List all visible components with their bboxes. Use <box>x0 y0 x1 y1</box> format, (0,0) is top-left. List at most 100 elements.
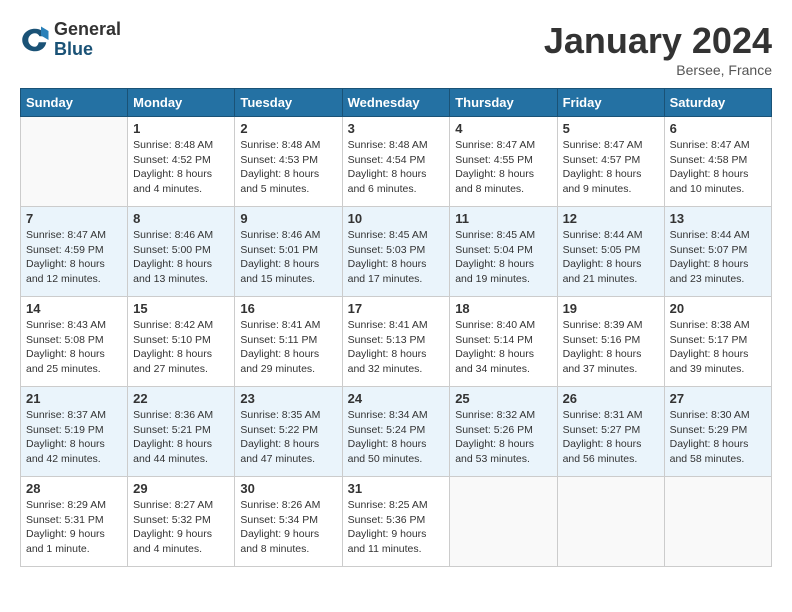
calendar-cell: 5 Sunrise: 8:47 AM Sunset: 4:57 PM Daylig… <box>557 117 664 207</box>
day-number: 10 <box>348 211 445 226</box>
calendar-cell: 28Sunrise: 8:29 AM Sunset: 5:31 PM Dayli… <box>21 477 128 567</box>
day-number: 18 <box>455 301 551 316</box>
weekday-header-tuesday: Tuesday <box>235 89 342 117</box>
calendar-cell: 13 Sunrise: 8:44 AM Sunset: 5:07 PM Dayli… <box>664 207 771 297</box>
day-number: 6 <box>670 121 766 136</box>
logo-blue-text: Blue <box>54 40 121 60</box>
week-row-2: 7Sunrise: 8:47 AM Sunset: 4:59 PM Daylig… <box>21 207 772 297</box>
day-info: Sunrise: 8:31 AM Sunset: 5:27 PM Dayligh… <box>563 408 659 467</box>
calendar-cell: 31 Sunrise: 8:25 AM Sunset: 5:36 PM Dayli… <box>342 477 450 567</box>
day-number: 13 <box>670 211 766 226</box>
day-info: Sunrise: 8:48 AM Sunset: 4:52 PM Dayligh… <box>133 138 229 197</box>
day-number: 28 <box>26 481 122 496</box>
day-info: Sunrise: 8:27 AM Sunset: 5:32 PM Dayligh… <box>133 498 229 557</box>
day-info: Sunrise: 8:48 AM Sunset: 4:54 PM Dayligh… <box>348 138 445 197</box>
calendar-table: SundayMondayTuesdayWednesdayThursdayFrid… <box>20 88 772 567</box>
day-info: Sunrise: 8:45 AM Sunset: 5:03 PM Dayligh… <box>348 228 445 287</box>
day-number: 15 <box>133 301 229 316</box>
day-number: 26 <box>563 391 659 406</box>
day-number: 22 <box>133 391 229 406</box>
day-info: Sunrise: 8:40 AM Sunset: 5:14 PM Dayligh… <box>455 318 551 377</box>
calendar-cell: 27 Sunrise: 8:30 AM Sunset: 5:29 PM Dayli… <box>664 387 771 477</box>
week-row-5: 28Sunrise: 8:29 AM Sunset: 5:31 PM Dayli… <box>21 477 772 567</box>
day-info: Sunrise: 8:42 AM Sunset: 5:10 PM Dayligh… <box>133 318 229 377</box>
day-info: Sunrise: 8:36 AM Sunset: 5:21 PM Dayligh… <box>133 408 229 467</box>
day-info: Sunrise: 8:46 AM Sunset: 5:00 PM Dayligh… <box>133 228 229 287</box>
calendar-cell: 16Sunrise: 8:41 AM Sunset: 5:11 PM Dayli… <box>235 297 342 387</box>
location: Bersee, France <box>544 62 772 78</box>
day-info: Sunrise: 8:41 AM Sunset: 5:11 PM Dayligh… <box>240 318 336 377</box>
calendar-cell: 4 Sunrise: 8:47 AM Sunset: 4:55 PM Daylig… <box>450 117 557 207</box>
day-number: 20 <box>670 301 766 316</box>
day-number: 19 <box>563 301 659 316</box>
title-area: January 2024 Bersee, France <box>544 20 772 78</box>
calendar-cell <box>664 477 771 567</box>
day-info: Sunrise: 8:44 AM Sunset: 5:07 PM Dayligh… <box>670 228 766 287</box>
day-number: 29 <box>133 481 229 496</box>
day-info: Sunrise: 8:25 AM Sunset: 5:36 PM Dayligh… <box>348 498 445 557</box>
day-number: 30 <box>240 481 336 496</box>
day-info: Sunrise: 8:35 AM Sunset: 5:22 PM Dayligh… <box>240 408 336 467</box>
day-info: Sunrise: 8:45 AM Sunset: 5:04 PM Dayligh… <box>455 228 551 287</box>
calendar-cell: 11 Sunrise: 8:45 AM Sunset: 5:04 PM Dayli… <box>450 207 557 297</box>
week-row-4: 21Sunrise: 8:37 AM Sunset: 5:19 PM Dayli… <box>21 387 772 477</box>
calendar-cell: 21Sunrise: 8:37 AM Sunset: 5:19 PM Dayli… <box>21 387 128 477</box>
weekday-header-monday: Monday <box>128 89 235 117</box>
day-number: 11 <box>455 211 551 226</box>
week-row-3: 14 Sunrise: 8:43 AM Sunset: 5:08 PM Dayli… <box>21 297 772 387</box>
calendar-cell: 9Sunrise: 8:46 AM Sunset: 5:01 PM Daylig… <box>235 207 342 297</box>
day-info: Sunrise: 8:47 AM Sunset: 4:58 PM Dayligh… <box>670 138 766 197</box>
calendar-cell: 19 Sunrise: 8:39 AM Sunset: 5:16 PM Dayli… <box>557 297 664 387</box>
calendar-cell: 15 Sunrise: 8:42 AM Sunset: 5:10 PM Dayli… <box>128 297 235 387</box>
calendar-cell: 17 Sunrise: 8:41 AM Sunset: 5:13 PM Dayli… <box>342 297 450 387</box>
day-number: 4 <box>455 121 551 136</box>
calendar-cell: 18 Sunrise: 8:40 AM Sunset: 5:14 PM Dayli… <box>450 297 557 387</box>
calendar-cell: 8 Sunrise: 8:46 AM Sunset: 5:00 PM Daylig… <box>128 207 235 297</box>
calendar-cell: 12Sunrise: 8:44 AM Sunset: 5:05 PM Dayli… <box>557 207 664 297</box>
week-row-1: 1 Sunrise: 8:48 AM Sunset: 4:52 PM Daylig… <box>21 117 772 207</box>
month-title: January 2024 <box>544 20 772 62</box>
weekday-header-sunday: Sunday <box>21 89 128 117</box>
day-info: Sunrise: 8:39 AM Sunset: 5:16 PM Dayligh… <box>563 318 659 377</box>
logo-icon <box>20 25 50 55</box>
calendar-cell: 7Sunrise: 8:47 AM Sunset: 4:59 PM Daylig… <box>21 207 128 297</box>
day-info: Sunrise: 8:38 AM Sunset: 5:17 PM Dayligh… <box>670 318 766 377</box>
day-info: Sunrise: 8:46 AM Sunset: 5:01 PM Dayligh… <box>240 228 336 287</box>
day-number: 1 <box>133 121 229 136</box>
calendar-cell: 20 Sunrise: 8:38 AM Sunset: 5:17 PM Dayli… <box>664 297 771 387</box>
day-info: Sunrise: 8:37 AM Sunset: 5:19 PM Dayligh… <box>26 408 122 467</box>
day-info: Sunrise: 8:44 AM Sunset: 5:05 PM Dayligh… <box>563 228 659 287</box>
day-info: Sunrise: 8:30 AM Sunset: 5:29 PM Dayligh… <box>670 408 766 467</box>
day-number: 27 <box>670 391 766 406</box>
calendar-cell: 6 Sunrise: 8:47 AM Sunset: 4:58 PM Daylig… <box>664 117 771 207</box>
day-number: 14 <box>26 301 122 316</box>
day-number: 2 <box>240 121 336 136</box>
day-info: Sunrise: 8:34 AM Sunset: 5:24 PM Dayligh… <box>348 408 445 467</box>
calendar-cell: 14 Sunrise: 8:43 AM Sunset: 5:08 PM Dayli… <box>21 297 128 387</box>
day-number: 5 <box>563 121 659 136</box>
day-number: 24 <box>348 391 445 406</box>
weekday-header-saturday: Saturday <box>664 89 771 117</box>
day-info: Sunrise: 8:48 AM Sunset: 4:53 PM Dayligh… <box>240 138 336 197</box>
calendar-cell: 24 Sunrise: 8:34 AM Sunset: 5:24 PM Dayli… <box>342 387 450 477</box>
day-number: 17 <box>348 301 445 316</box>
day-info: Sunrise: 8:47 AM Sunset: 4:55 PM Dayligh… <box>455 138 551 197</box>
calendar-cell <box>450 477 557 567</box>
calendar-cell: 10 Sunrise: 8:45 AM Sunset: 5:03 PM Dayli… <box>342 207 450 297</box>
weekday-header-thursday: Thursday <box>450 89 557 117</box>
day-info: Sunrise: 8:43 AM Sunset: 5:08 PM Dayligh… <box>26 318 122 377</box>
calendar-cell: 2 Sunrise: 8:48 AM Sunset: 4:53 PM Daylig… <box>235 117 342 207</box>
day-number: 7 <box>26 211 122 226</box>
day-number: 8 <box>133 211 229 226</box>
logo-text: General Blue <box>54 20 121 60</box>
day-info: Sunrise: 8:41 AM Sunset: 5:13 PM Dayligh… <box>348 318 445 377</box>
calendar-cell: 3Sunrise: 8:48 AM Sunset: 4:54 PM Daylig… <box>342 117 450 207</box>
weekday-header-row: SundayMondayTuesdayWednesdayThursdayFrid… <box>21 89 772 117</box>
logo: General Blue <box>20 20 121 60</box>
day-number: 31 <box>348 481 445 496</box>
day-number: 23 <box>240 391 336 406</box>
calendar-cell: 23 Sunrise: 8:35 AM Sunset: 5:22 PM Dayli… <box>235 387 342 477</box>
weekday-header-friday: Friday <box>557 89 664 117</box>
page-header: General Blue January 2024 Bersee, France <box>20 20 772 78</box>
day-info: Sunrise: 8:47 AM Sunset: 4:57 PM Dayligh… <box>563 138 659 197</box>
